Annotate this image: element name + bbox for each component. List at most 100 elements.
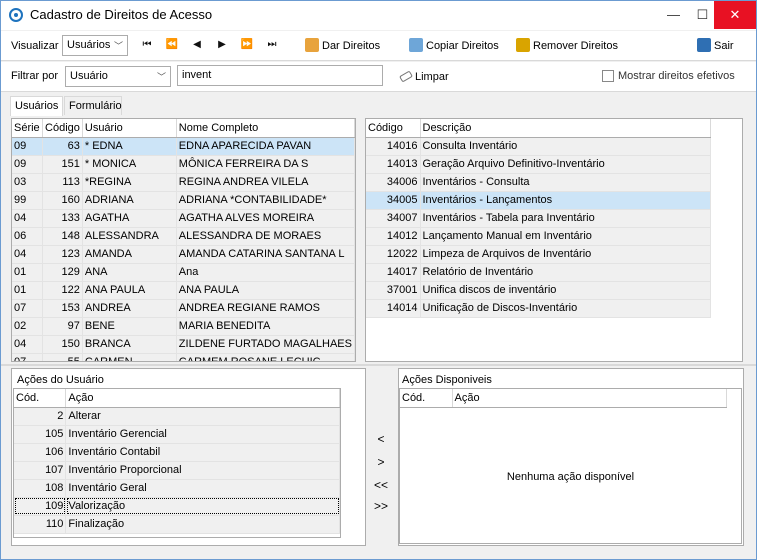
action-row[interactable]: 107 Inventário Proporcional [14,461,340,480]
move-left-button[interactable]: < [371,432,391,446]
form-row-cell: 14016 [366,137,421,156]
user-actions-header-row: Cód. Ação [14,389,340,408]
action-row-cell: Inventário Gerencial [65,425,340,444]
move-all-left-button[interactable]: << [371,478,391,492]
action-row[interactable]: 110 Finalização [14,515,340,534]
filter-field-select[interactable]: Usuário ﹀ [65,66,171,87]
limpar-button[interactable]: Limpar [399,66,449,88]
users-header-row: Série Código Usuário Nome Completo [12,119,355,138]
user-row[interactable]: 04 123 AMANDA AMANDA CATARINA SANTANA L [12,245,355,264]
form-row[interactable]: 14017 Relatório de Inventário [366,263,711,282]
user-row[interactable]: 07 153 ANDREA ANDREA REGIANE RAMOS [12,299,355,318]
form-row[interactable]: 34007 Inventários - Tabela para Inventári… [366,209,711,228]
user-row[interactable]: 01 129 ANA Ana [12,263,355,282]
tab-usuarios[interactable]: Usuários [10,96,63,116]
user-row-cell: 02 [12,317,44,336]
col-usuario[interactable]: Usuário [82,119,177,138]
user-row-cell: 09 [12,155,44,174]
user-row-cell: 63 [42,137,83,156]
form-row-cell: Inventários - Tabela para Inventário [420,209,711,228]
window-title: Cadastro de Direitos de Acesso [30,7,213,22]
col-form-codigo[interactable]: Código [366,119,421,138]
action-row[interactable]: 105 Inventário Gerencial [14,425,340,444]
action-row[interactable]: 2 Alterar [14,407,340,426]
close-button[interactable]: ✕ [714,1,756,29]
user-row[interactable]: 03 113 *REGINA REGINA ANDREA VILELA [12,173,355,192]
remover-direitos-button[interactable]: Remover Direitos [516,35,618,57]
form-row[interactable]: 34006 Inventários - Consulta [366,173,711,192]
form-row[interactable]: 14012 Lançamento Manual em Inventário [366,227,711,246]
action-row-cell: Inventário Proporcional [65,461,340,480]
nav-next-page-button[interactable]: ⏩ [235,35,259,55]
user-row[interactable]: 02 97 BENE MARIA BENEDITA [12,317,355,336]
user-actions-grid: Cód. Ação 2 Alterar 105 Inventário Gerencia… [13,388,341,538]
form-row[interactable]: 14013 Geração Arquivo Definitivo-Inventár… [366,155,711,174]
nav-prev-button[interactable]: ◀ [185,35,209,55]
user-row-cell: 01 [12,263,44,282]
form-row-cell: 34006 [366,173,421,192]
form-row[interactable]: 14016 Consulta Inventário [366,137,711,156]
user-row[interactable]: 04 150 BRANCA ZILDENE FURTADO MAGALHAES [12,335,355,354]
key-user-icon [305,38,319,52]
user-row-cell: 03 [12,173,44,192]
action-row-cell: 108 [14,479,67,498]
form-row-cell: 34007 [366,209,421,228]
user-row-cell: BRANCA [82,335,177,354]
col-available-cod[interactable]: Cód. [400,389,453,408]
user-row[interactable]: 07 55 CARMEN CARMEM ROSANE LECUIC [12,353,355,361]
user-row[interactable]: 09 151 * MONICA MÔNICA FERREIRA DA S [12,155,355,174]
col-available-acao[interactable]: Ação [452,389,727,408]
maximize-button[interactable]: ☐ [688,1,717,29]
col-form-descricao[interactable]: Descrição [420,119,711,138]
forms-grid: Código Descrição 14016 Consulta Inventári… [365,118,743,362]
view-select[interactable]: Usuários ﹀ [62,35,128,56]
view-select-value: Usuários [67,39,111,51]
form-row[interactable]: 34005 Inventários - Lançamentos [366,191,711,210]
col-action-cod[interactable]: Cód. [14,389,67,408]
filter-input[interactable]: invent [177,65,383,86]
nav-first-button[interactable]: ⏮ [135,35,159,55]
tab-formulario[interactable]: Formulário [64,96,122,115]
nav-last-button[interactable]: ⏭ [260,35,284,55]
nav-prev-page-button[interactable]: ⏪ [160,35,184,55]
action-row[interactable]: 109 Valorização [14,497,340,516]
user-row[interactable]: 99 160 ADRIANA ADRIANA *CONTABILIDADE* [12,191,355,210]
action-row[interactable]: 106 Inventário Contabil [14,443,340,462]
form-row-cell: Geração Arquivo Definitivo-Inventário [420,155,711,174]
form-row-cell: 14017 [366,263,421,282]
user-row[interactable]: 09 63 * EDNA EDNA APARECIDA PAVAN [12,137,355,156]
form-row[interactable]: 14014 Unificação de Discos-Inventário [366,299,711,318]
show-effective-checkbox[interactable] [602,70,614,82]
move-right-button[interactable]: > [371,455,391,469]
user-row[interactable]: 06 148 ALESSANDRA ALESSANDRA DE MORAES [12,227,355,246]
user-row-cell: ALESSANDRA [82,227,177,246]
col-action-acao[interactable]: Ação [65,389,340,408]
user-row[interactable]: 01 122 ANA PAULA ANA PAULA [12,281,355,300]
user-row-cell: ADRIANA *CONTABILIDADE* [176,191,355,210]
splitter[interactable] [1,364,756,366]
form-row-cell: Lançamento Manual em Inventário [420,227,711,246]
action-row[interactable]: 108 Inventário Geral [14,479,340,498]
minimize-button[interactable]: — [659,1,688,29]
copiar-direitos-button[interactable]: Copiar Direitos [409,35,499,57]
col-nome-completo[interactable]: Nome Completo [176,119,355,138]
action-row-cell: Inventário Geral [65,479,340,498]
user-row-cell: 01 [12,281,44,300]
nav-next-button[interactable]: ▶ [210,35,234,55]
form-row[interactable]: 37001 Unifica discos de inventário [366,281,711,300]
col-codigo[interactable]: Código [42,119,83,138]
dar-direitos-label: Dar Direitos [322,40,381,52]
user-row-cell: 07 [12,353,44,361]
user-row-cell: ANA PAULA [82,281,177,300]
user-row-cell: 97 [42,317,83,336]
user-row[interactable]: 04 133 AGATHA AGATHA ALVES MOREIRA [12,209,355,228]
dar-direitos-button[interactable]: Dar Direitos [305,35,380,57]
sair-button[interactable]: Sair [697,35,734,57]
action-row-cell: 106 [14,443,67,462]
user-row-cell: 04 [12,245,44,264]
col-serie[interactable]: Série [12,119,44,138]
form-row[interactable]: 12022 Limpeza de Arquivos de Inventário [366,245,711,264]
user-row-cell: MÔNICA FERREIRA DA S [176,155,355,174]
user-row-cell: ALESSANDRA DE MORAES [176,227,355,246]
move-all-right-button[interactable]: >> [371,499,391,513]
